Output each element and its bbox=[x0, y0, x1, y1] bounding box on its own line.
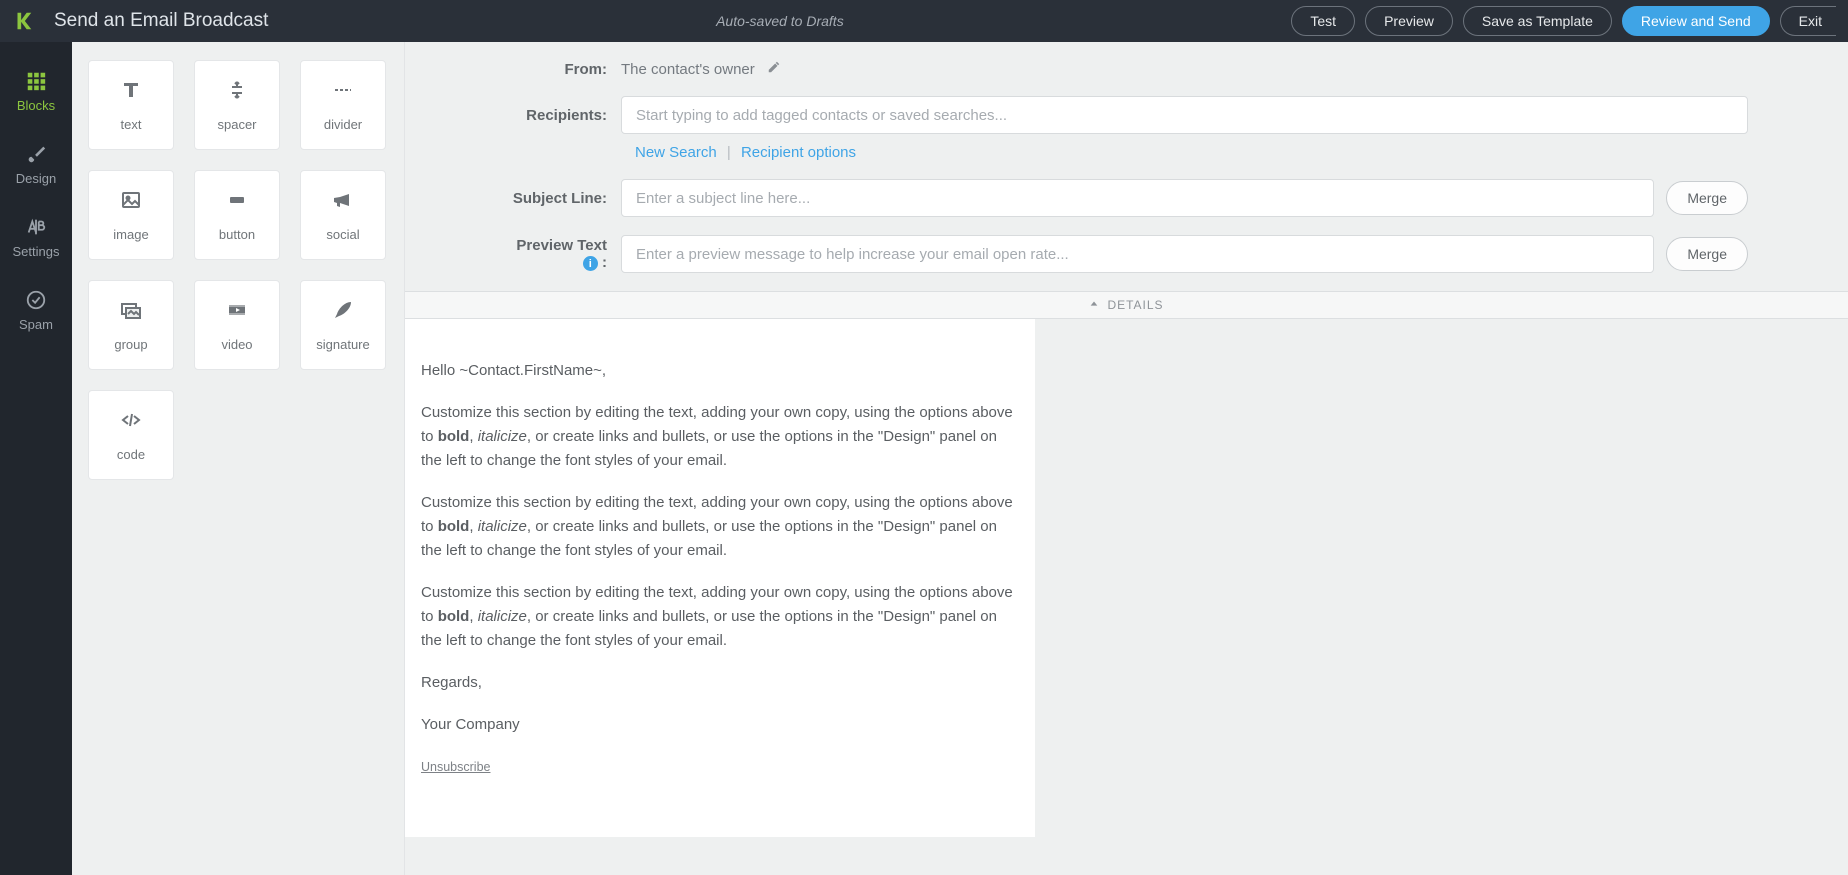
block-code[interactable]: code bbox=[88, 390, 174, 480]
block-label: signature bbox=[316, 337, 369, 352]
block-label: video bbox=[221, 337, 252, 352]
from-label: From: bbox=[505, 61, 621, 78]
subject-input[interactable] bbox=[621, 179, 1654, 217]
block-label: code bbox=[117, 447, 145, 462]
edit-from-icon[interactable] bbox=[767, 60, 781, 78]
block-image[interactable]: image bbox=[88, 170, 174, 260]
save-template-button[interactable]: Save as Template bbox=[1463, 6, 1612, 36]
feather-icon bbox=[331, 298, 355, 325]
block-button[interactable]: button bbox=[194, 170, 280, 260]
left-rail: Blocks Design Settings Spam bbox=[0, 42, 72, 875]
rail-design[interactable]: Design bbox=[0, 131, 72, 204]
block-social[interactable]: social bbox=[300, 170, 386, 260]
preview-text-input[interactable] bbox=[621, 235, 1654, 273]
rail-spam[interactable]: Spam bbox=[0, 277, 72, 350]
grid-icon bbox=[0, 70, 72, 92]
brush-icon bbox=[0, 143, 72, 165]
block-signature[interactable]: signature bbox=[300, 280, 386, 370]
block-label: image bbox=[113, 227, 148, 242]
body-paragraph: Customize this section by editing the te… bbox=[421, 581, 1019, 653]
rail-label: Design bbox=[16, 171, 56, 186]
block-group[interactable]: group bbox=[88, 280, 174, 370]
from-value: The contact's owner bbox=[621, 61, 755, 78]
app-logo-icon bbox=[12, 8, 34, 34]
regards: Regards, bbox=[421, 671, 1019, 695]
page-title: Send an Email Broadcast bbox=[54, 10, 268, 32]
block-label: text bbox=[121, 117, 142, 132]
company: Your Company bbox=[421, 713, 1019, 737]
review-send-button[interactable]: Review and Send bbox=[1622, 6, 1770, 36]
code-icon bbox=[119, 408, 143, 435]
body-paragraph: Customize this section by editing the te… bbox=[421, 491, 1019, 563]
topbar-actions: Test Preview Save as Template Review and… bbox=[1291, 6, 1848, 36]
spacer-icon bbox=[225, 78, 249, 105]
autosave-status: Auto-saved to Drafts bbox=[268, 13, 1291, 29]
rail-label: Spam bbox=[19, 317, 53, 332]
exit-button[interactable]: Exit bbox=[1780, 6, 1836, 36]
subject-merge-button[interactable]: Merge bbox=[1666, 181, 1748, 215]
test-button[interactable]: Test bbox=[1291, 6, 1355, 36]
ab-icon bbox=[0, 216, 72, 238]
recipients-row: Recipients: bbox=[505, 96, 1748, 134]
check-circle-icon bbox=[0, 289, 72, 311]
preview-text-label: Preview Text i : bbox=[505, 237, 621, 272]
subject-label: Subject Line: bbox=[505, 190, 621, 207]
recipients-label: Recipients: bbox=[505, 107, 621, 124]
block-label: social bbox=[326, 227, 359, 242]
rail-label: Settings bbox=[13, 244, 60, 259]
preview-text-row: Preview Text i : Merge bbox=[505, 235, 1748, 273]
body-paragraph: Customize this section by editing the te… bbox=[421, 401, 1019, 473]
block-video[interactable]: video bbox=[194, 280, 280, 370]
video-icon bbox=[225, 298, 249, 325]
rail-label: Blocks bbox=[17, 98, 55, 113]
email-canvas[interactable]: Hello ~Contact.FirstName~, Customize thi… bbox=[405, 319, 1035, 837]
details-label: DETAILS bbox=[1107, 298, 1163, 312]
caret-up-icon bbox=[1089, 298, 1099, 312]
preview-merge-button[interactable]: Merge bbox=[1666, 237, 1748, 271]
from-row: From: The contact's owner bbox=[505, 60, 1748, 78]
block-divider[interactable]: divider bbox=[300, 60, 386, 150]
topbar: Send an Email Broadcast Auto-saved to Dr… bbox=[0, 0, 1848, 42]
preview-button[interactable]: Preview bbox=[1365, 6, 1453, 36]
block-spacer[interactable]: spacer bbox=[194, 60, 280, 150]
recipient-options-link[interactable]: Recipient options bbox=[741, 144, 856, 161]
recipients-input[interactable] bbox=[621, 96, 1748, 134]
text-icon bbox=[119, 78, 143, 105]
image-icon bbox=[119, 188, 143, 215]
block-label: group bbox=[114, 337, 147, 352]
block-label: divider bbox=[324, 117, 362, 132]
details-toggle[interactable]: DETAILS bbox=[405, 291, 1848, 319]
info-icon[interactable]: i bbox=[583, 256, 598, 271]
block-text[interactable]: text bbox=[88, 60, 174, 150]
block-label: button bbox=[219, 227, 255, 242]
editor-area: From: The contact's owner Recipients: Ne… bbox=[404, 42, 1848, 875]
bullhorn-icon bbox=[331, 188, 355, 215]
recipients-links: New Search | Recipient options bbox=[635, 144, 1748, 161]
block-label: spacer bbox=[217, 117, 256, 132]
new-search-link[interactable]: New Search bbox=[635, 144, 717, 161]
button-icon bbox=[225, 188, 249, 215]
unsubscribe-link[interactable]: Unsubscribe bbox=[421, 760, 490, 774]
rail-settings[interactable]: Settings bbox=[0, 204, 72, 277]
divider-icon bbox=[331, 78, 355, 105]
greeting: Hello ~Contact.FirstName~, bbox=[421, 359, 1019, 383]
group-icon bbox=[119, 298, 143, 325]
blocks-panel: text spacer divider image button social bbox=[72, 42, 404, 875]
rail-blocks[interactable]: Blocks bbox=[0, 58, 72, 131]
subject-row: Subject Line: Merge bbox=[505, 179, 1748, 217]
